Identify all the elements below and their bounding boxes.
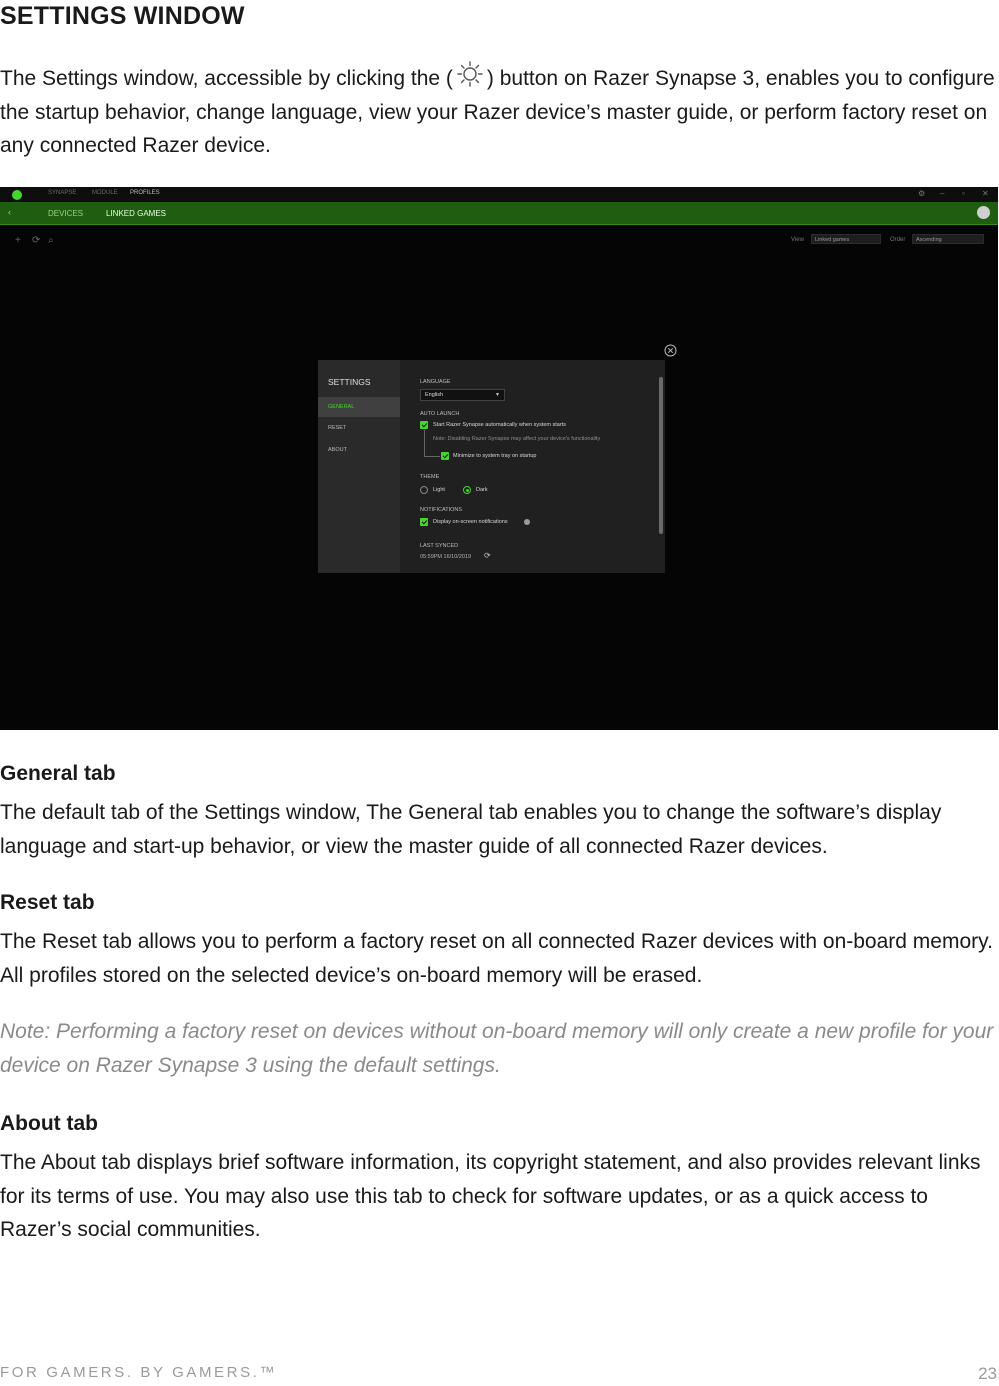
view-label: View (791, 237, 804, 243)
razer-logo-icon (12, 190, 22, 200)
settings-screenshot: SYNAPSE MODULE PROFILES ⚙ – ▫ ✕ ‹ DEVICE… (0, 187, 998, 730)
auto-launch-option: Start Razer Synapse automatically when s… (433, 422, 566, 428)
tab-profiles[interactable]: PROFILES (130, 190, 160, 196)
page-title: SETTINGS WINDOW (0, 2, 245, 30)
minimize-option: Minimize to system tray on startup (453, 453, 537, 459)
maximize-icon[interactable]: ▫ (962, 189, 965, 198)
notifications-option: Display on-screen notifications (433, 519, 508, 525)
close-window-icon[interactable]: ✕ (982, 189, 989, 198)
language-value: English (425, 392, 444, 398)
view-select[interactable]: Linked games (811, 234, 881, 244)
last-synced-label: LAST SYNCED (420, 543, 459, 549)
avatar[interactable] (977, 206, 990, 219)
order-label: Order (890, 237, 906, 243)
close-dialog-icon[interactable] (664, 344, 677, 357)
tab-synapse[interactable]: SYNAPSE (48, 190, 76, 196)
chevron-down-icon: ▼ (495, 392, 500, 398)
dialog-scrollbar[interactable] (659, 377, 663, 534)
refresh-icon[interactable]: ⟳ (32, 235, 40, 246)
theme-dark-radio[interactable] (463, 486, 471, 494)
app-titlebar: SYNAPSE MODULE PROFILES ⚙ – ▫ ✕ (0, 187, 998, 202)
auto-launch-checkbox[interactable] (420, 421, 428, 429)
settings-nav-general[interactable]: GENERAL (318, 397, 400, 417)
minimize-icon[interactable]: – (940, 189, 944, 198)
reset-tab-heading: Reset tab (0, 891, 95, 914)
add-icon[interactable]: + (15, 235, 21, 246)
minimize-checkbox[interactable] (441, 452, 449, 460)
auto-launch-label: AUTO LAUNCH (420, 411, 460, 417)
reset-tab-body: The Reset tab allows you to perform a fa… (0, 930, 993, 987)
settings-title: SETTINGS (328, 377, 371, 387)
theme-dark-label: Dark (476, 487, 488, 493)
settings-nav-about[interactable]: ABOUT (318, 440, 400, 460)
tree-connector (424, 430, 425, 456)
last-synced-value: 05:59PM 16/10/2019 (420, 554, 472, 560)
settings-gear-icon[interactable]: ⚙ (918, 189, 925, 198)
gear-icon (457, 61, 483, 87)
sub-navigation-bar: ‹ DEVICES LINKED GAMES (0, 202, 998, 225)
reset-tab-note: Note: Performing a factory reset on devi… (0, 1020, 994, 1077)
footer-tagline: FOR GAMERS. BY GAMERS.™ (0, 1364, 278, 1381)
tree-connector (424, 456, 440, 457)
search-icon[interactable]: ⌕ (48, 235, 54, 246)
language-select[interactable]: English ▼ (420, 389, 505, 401)
about-tab-body: The About tab displays brief software in… (0, 1151, 981, 1241)
info-icon[interactable] (524, 519, 530, 525)
intro-paragraph: The Settings window, accessible by click… (0, 59, 995, 163)
page-number: 23 (978, 1364, 997, 1383)
auto-launch-note: Note: Disabling Razer Synapse may affect… (433, 436, 601, 442)
theme-label: THEME (420, 474, 440, 480)
settings-nav-reset[interactable]: RESET (318, 418, 400, 438)
general-tab-body: The default tab of the Settings window, … (0, 801, 942, 858)
settings-sidebar: SETTINGS GENERAL RESET ABOUT (318, 360, 400, 573)
intro-text-start: The Settings window, accessible by click… (0, 67, 453, 90)
general-tab-heading: General tab (0, 762, 116, 785)
back-chevron-icon[interactable]: ‹ (8, 207, 11, 217)
notifications-label: NOTIFICATIONS (420, 507, 463, 513)
notifications-checkbox[interactable] (420, 518, 428, 526)
tab-module[interactable]: MODULE (92, 190, 118, 196)
theme-light-radio[interactable] (420, 486, 428, 494)
settings-dialog: SETTINGS GENERAL RESET ABOUT LANGUAGE En… (318, 360, 665, 573)
tab-linked-games[interactable]: LINKED GAMES (106, 209, 166, 218)
language-label: LANGUAGE (420, 379, 451, 385)
sync-icon[interactable]: ⟳ (484, 551, 491, 560)
order-select[interactable]: Ascending (912, 234, 984, 244)
tab-devices[interactable]: DEVICES (48, 209, 83, 218)
theme-light-label: Light (433, 487, 445, 493)
about-tab-heading: About tab (0, 1112, 98, 1135)
